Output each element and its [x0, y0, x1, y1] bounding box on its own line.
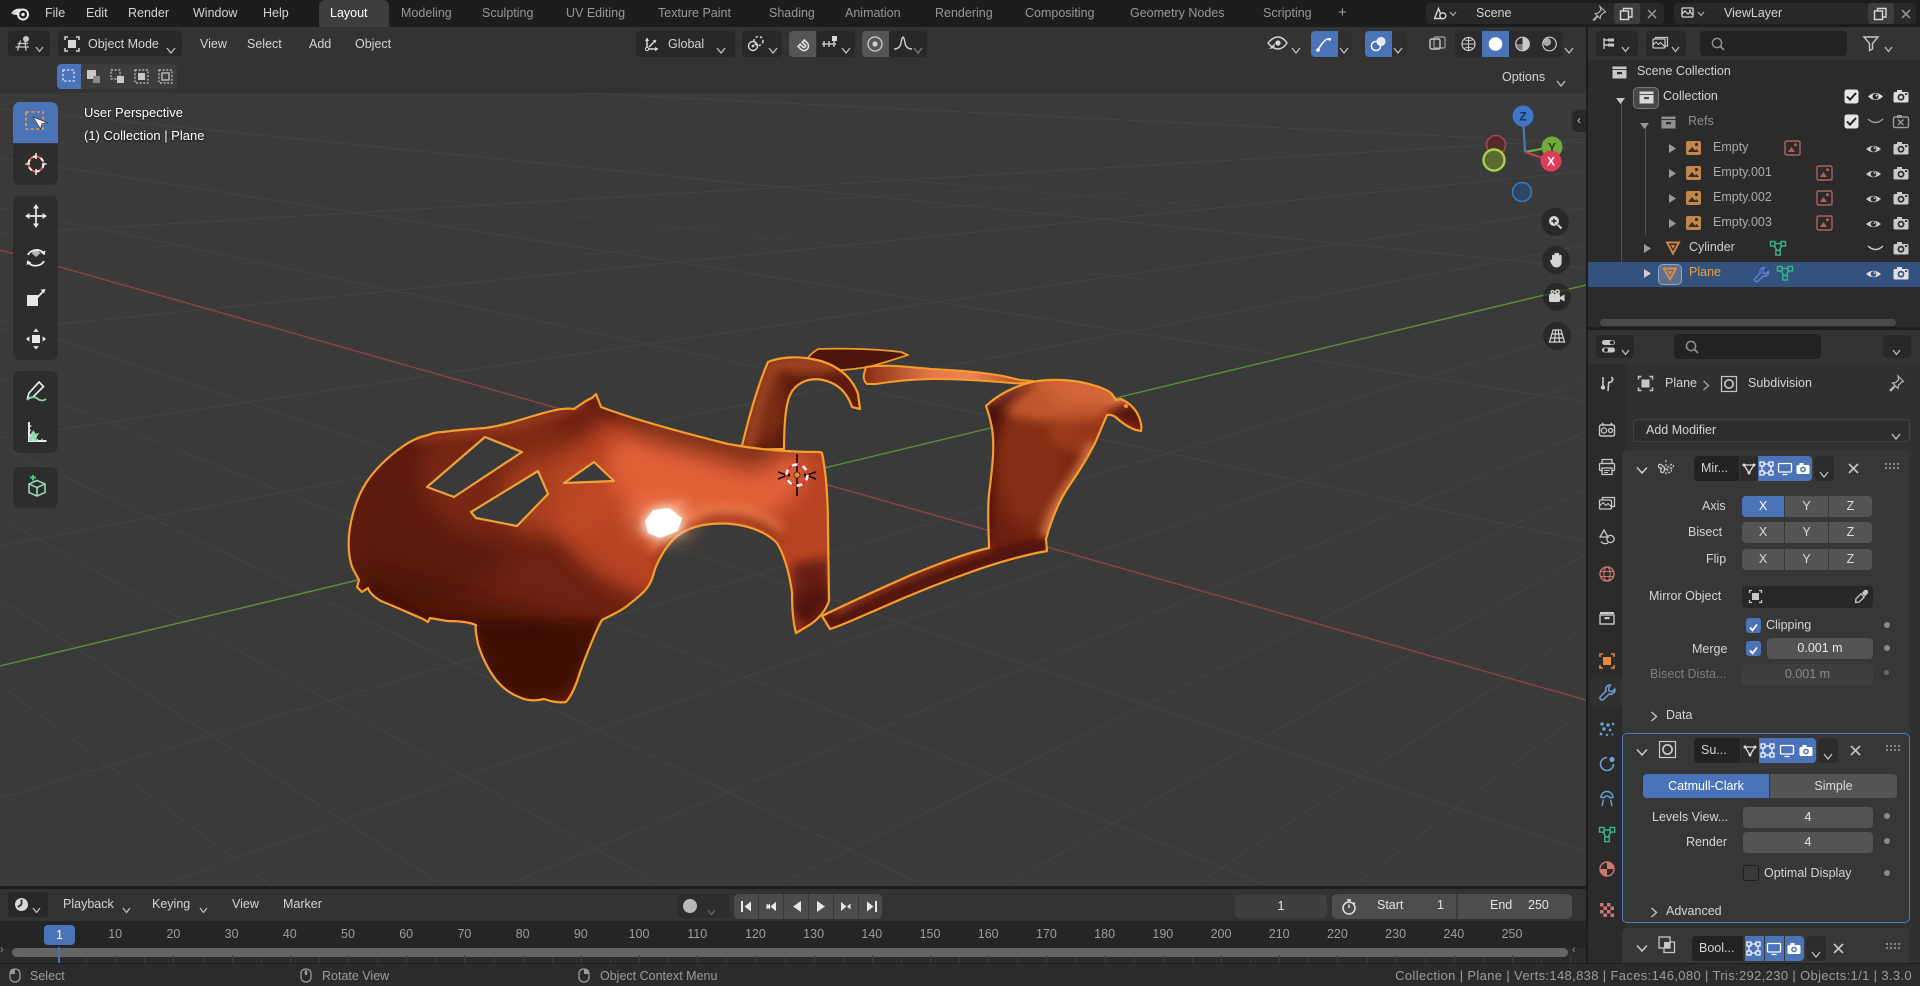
- svg-text:X: X: [1547, 155, 1555, 169]
- svg-text:Z: Z: [1519, 110, 1526, 124]
